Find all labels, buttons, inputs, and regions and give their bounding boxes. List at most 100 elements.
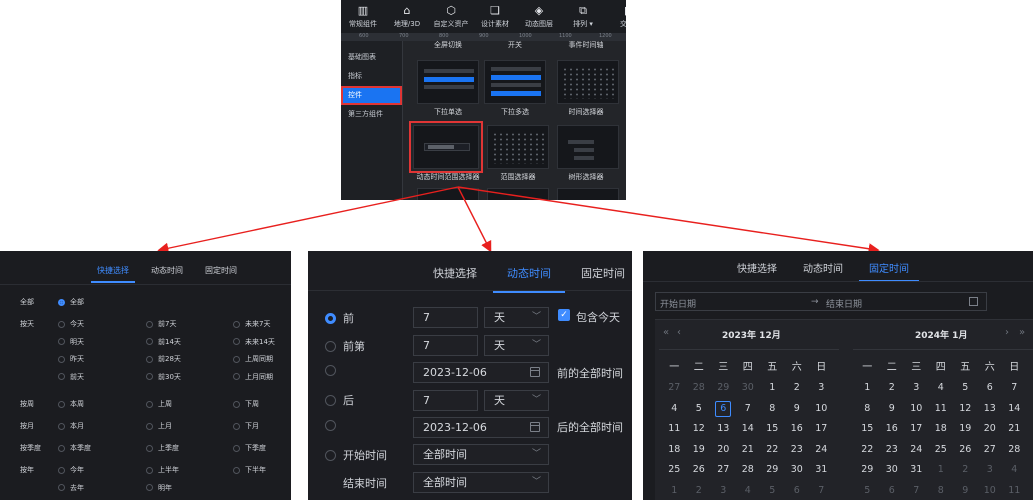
tab-fixed-time[interactable]: 固定时间: [205, 265, 237, 276]
after-days-input[interactable]: 7: [413, 390, 478, 411]
nth-before-input[interactable]: 7: [413, 335, 478, 356]
day-cell[interactable]: 10: [978, 481, 1003, 500]
next-year-icon[interactable]: »: [1019, 327, 1025, 338]
day-cell[interactable]: 5: [953, 378, 978, 399]
dropdown-multi-thumb[interactable]: [484, 60, 546, 104]
prev-year-icon[interactable]: «: [663, 327, 669, 338]
quick-option[interactable]: 上月同期: [233, 372, 273, 382]
radio-before[interactable]: 前: [325, 310, 354, 326]
day-cell[interactable]: 30: [785, 460, 810, 481]
component-thumb[interactable]: [487, 188, 549, 200]
day-cell[interactable]: 29: [711, 378, 736, 399]
day-cell[interactable]: 3: [904, 378, 929, 399]
toolbar-map-pin-button[interactable]: ⌂ 地理/3D: [385, 0, 429, 33]
day-cell[interactable]: 3: [978, 460, 1003, 481]
toolbar-hexagon-button[interactable]: ⬡ 自定义资产: [429, 0, 473, 33]
radio-nth-before[interactable]: 前第: [325, 338, 365, 354]
after-date-input[interactable]: 2023-12-06: [413, 417, 549, 438]
sidebar-item-1[interactable]: 指标: [341, 67, 402, 86]
range-picker-thumb[interactable]: [487, 125, 549, 169]
sidebar-item-2[interactable]: 控件: [341, 86, 402, 105]
day-cell[interactable]: 1: [929, 460, 954, 481]
day-cell[interactable]: 31: [904, 460, 929, 481]
day-cell[interactable]: 10: [904, 399, 929, 420]
day-cell[interactable]: 18: [662, 440, 687, 461]
quick-option[interactable]: 前28天: [146, 354, 181, 364]
end-date-placeholder[interactable]: 结束日期: [826, 297, 862, 310]
day-cell[interactable]: 20: [978, 419, 1003, 440]
day-cell[interactable]: 1: [760, 378, 785, 399]
quick-option[interactable]: 下月: [233, 421, 259, 431]
day-cell[interactable]: 24: [904, 440, 929, 461]
quick-option[interactable]: 本周: [58, 399, 84, 409]
day-cell[interactable]: 19: [687, 440, 712, 461]
day-cell[interactable]: 4: [929, 378, 954, 399]
end-time-select[interactable]: 全部时间 ﹀: [413, 472, 549, 493]
day-cell[interactable]: 7: [809, 481, 834, 500]
day-cell[interactable]: 23: [880, 440, 905, 461]
day-cell[interactable]: 4: [662, 399, 687, 420]
toolbar-interaction-button[interactable]: ▮ 交互: [605, 0, 626, 33]
day-cell[interactable]: 12: [687, 419, 712, 440]
day-cell[interactable]: 1: [855, 378, 880, 399]
day-cell[interactable]: 16: [785, 419, 810, 440]
quick-option[interactable]: 今天: [58, 319, 84, 329]
day-cell[interactable]: 7: [1002, 378, 1027, 399]
toolbar-layers-button[interactable]: ◈ 动态图层: [517, 0, 561, 33]
day-cell[interactable]: 4: [1002, 460, 1027, 481]
day-cell[interactable]: 30: [880, 460, 905, 481]
tab-dynamic-time[interactable]: 动态时间: [803, 260, 843, 275]
day-cell[interactable]: 6: [785, 481, 810, 500]
quick-option[interactable]: 下季度: [233, 443, 266, 453]
after-unit-select[interactable]: 天 ﹀: [484, 390, 549, 411]
day-cell[interactable]: 25: [929, 440, 954, 461]
tree-picker-thumb[interactable]: [557, 125, 619, 169]
nth-before-unit-select[interactable]: 天 ﹀: [484, 335, 549, 356]
start-time-select[interactable]: 全部时间 ﹀: [413, 444, 549, 465]
day-cell[interactable]: 13: [711, 419, 736, 440]
before-days-input[interactable]: 7: [413, 307, 478, 328]
tab-quick-select[interactable]: 快捷选择: [737, 260, 777, 275]
day-cell[interactable]: 2: [880, 378, 905, 399]
quick-option[interactable]: 未来14天: [233, 337, 275, 347]
radio-before-date[interactable]: [325, 365, 343, 376]
day-cell[interactable]: 27: [662, 378, 687, 399]
quick-option[interactable]: 下半年: [233, 465, 266, 475]
day-cell[interactable]: 21: [736, 440, 761, 461]
quick-option[interactable]: 明年: [146, 483, 172, 493]
tab-dynamic-time[interactable]: 动态时间: [493, 265, 565, 293]
quick-option[interactable]: 本季度: [58, 443, 91, 453]
day-cell[interactable]: 14: [736, 419, 761, 440]
day-cell[interactable]: 17: [809, 419, 834, 440]
day-cell[interactable]: 7: [736, 399, 761, 420]
day-cell[interactable]: 28: [687, 378, 712, 399]
day-cell[interactable]: 27: [711, 460, 736, 481]
day-cell[interactable]: 7: [904, 481, 929, 500]
toolbar-arrange-button[interactable]: ⧉ 排列 ▾: [561, 0, 605, 33]
day-cell[interactable]: 26: [687, 460, 712, 481]
day-cell[interactable]: 5: [687, 399, 712, 420]
quick-option[interactable]: 本月: [58, 421, 84, 431]
day-cell[interactable]: 17: [904, 419, 929, 440]
tab-quick-select[interactable]: 快捷选择: [91, 265, 135, 283]
day-cell[interactable]: 8: [929, 481, 954, 500]
time-picker-thumb[interactable]: [557, 60, 619, 104]
quick-option[interactable]: 上周: [146, 399, 172, 409]
day-cell[interactable]: 29: [760, 460, 785, 481]
include-today-checkbox[interactable]: ✓: [558, 309, 570, 321]
radio-after-date[interactable]: [325, 420, 343, 431]
toolbar-chart-button[interactable]: ▥ 常规组件: [341, 0, 385, 33]
dynamic-range-picker-thumb[interactable]: [409, 121, 483, 173]
day-cell[interactable]: 8: [760, 399, 785, 420]
day-cell[interactable]: 8: [855, 399, 880, 420]
day-cell[interactable]: 11: [662, 419, 687, 440]
quick-option[interactable]: 下周: [233, 399, 259, 409]
tab-fixed-time[interactable]: 固定时间: [581, 265, 625, 281]
quick-option[interactable]: 去年: [58, 483, 84, 493]
quick-option[interactable]: 昨天: [58, 354, 84, 364]
dropdown-single-thumb[interactable]: [417, 60, 479, 104]
day-cell[interactable]: 29: [855, 460, 880, 481]
quick-option[interactable]: 前7天: [146, 319, 176, 329]
day-cell[interactable]: 15: [855, 419, 880, 440]
date-range-input[interactable]: 开始日期 → 结束日期: [655, 292, 987, 311]
